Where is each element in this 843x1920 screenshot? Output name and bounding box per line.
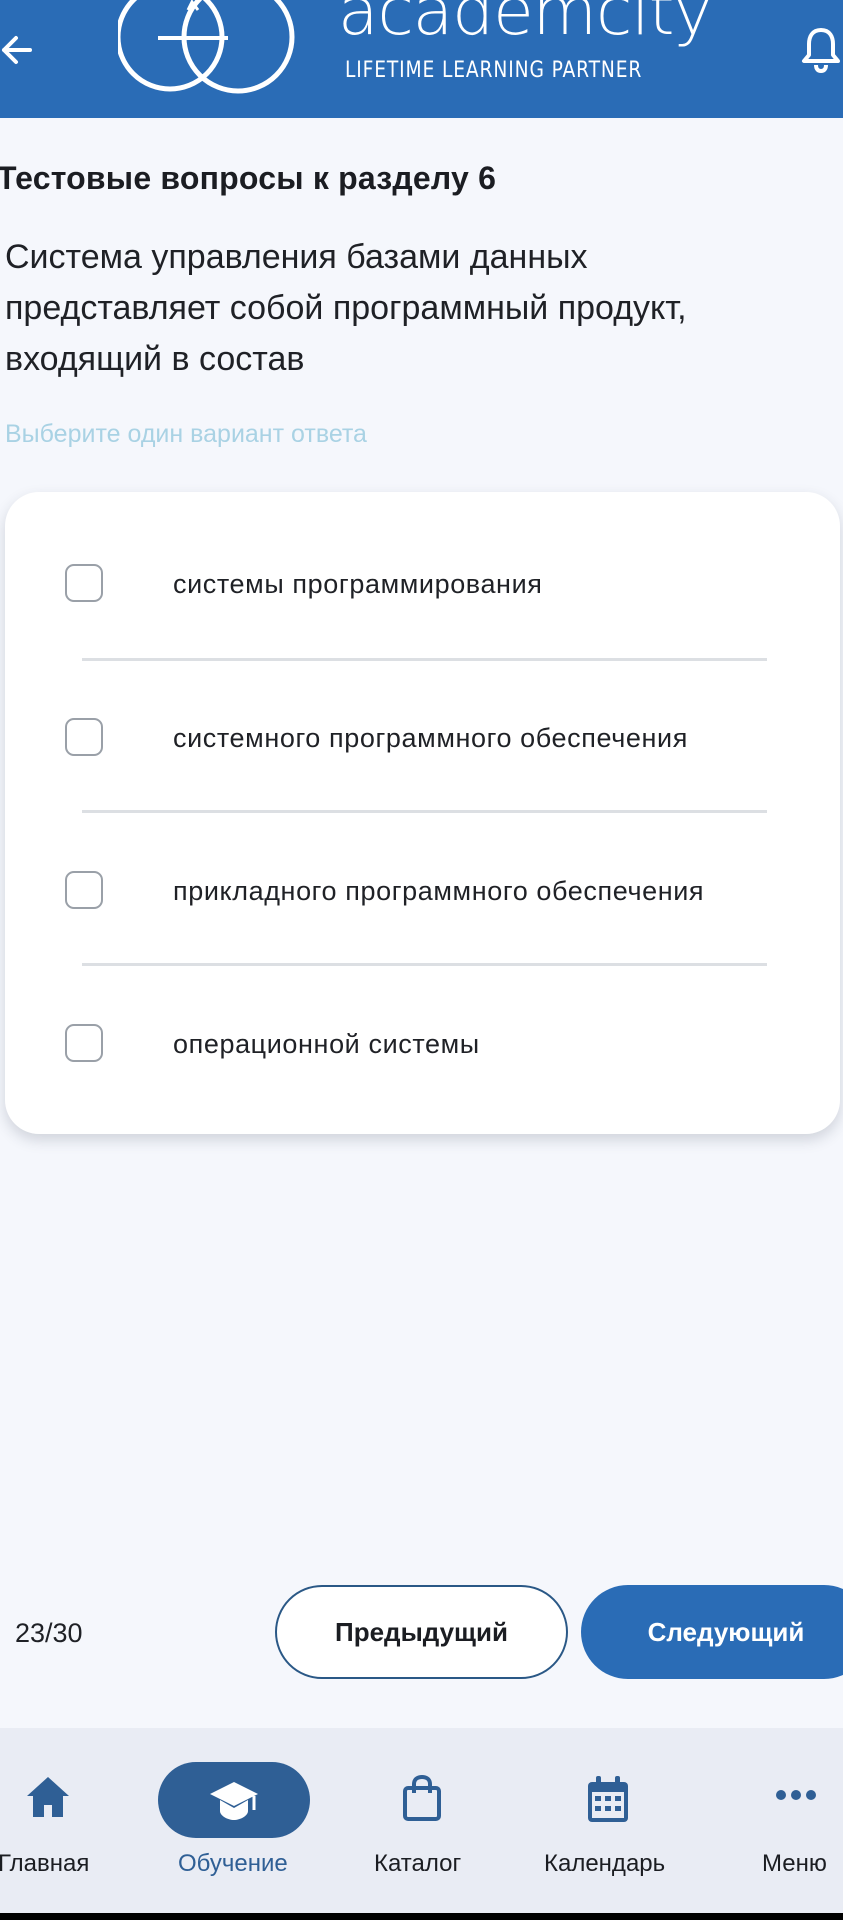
logo-icon — [115, 0, 304, 108]
checkbox[interactable] — [65, 1024, 103, 1062]
system-gesture-bar — [0, 1913, 843, 1920]
answer-option[interactable]: прикладного программного обеспечения — [5, 852, 840, 932]
previous-button[interactable]: Предыдущий — [275, 1585, 568, 1679]
option-label: операционной системы — [173, 1029, 480, 1059]
home-icon — [27, 1777, 69, 1817]
logo-tagline: LIFETIME LEARNING PARTNER — [345, 58, 643, 83]
nav-label: Обучение — [178, 1850, 288, 1877]
divider — [82, 963, 767, 966]
answer-option[interactable]: системного программного обеспечения — [5, 699, 840, 779]
checkbox[interactable] — [65, 871, 103, 909]
graduation-cap-icon — [210, 1782, 258, 1820]
checkbox[interactable] — [65, 564, 103, 602]
answer-option[interactable]: операционной системы — [5, 1005, 840, 1085]
option-label: прикладного программного обеспечения — [173, 876, 705, 906]
logo-text: academcity — [338, 0, 713, 50]
notifications-button[interactable] — [800, 24, 843, 78]
divider — [82, 810, 767, 813]
calendar-icon — [588, 1776, 628, 1822]
nav-item-calendar[interactable]: Календарь — [543, 1728, 675, 1913]
nav-label: Меню — [762, 1850, 827, 1877]
nav-item-home[interactable]: Главная — [0, 1728, 96, 1913]
nav-item-catalog[interactable]: Каталог — [372, 1728, 472, 1913]
section-title: Тестовые вопросы к разделу 6 — [0, 160, 497, 196]
nav-item-menu[interactable]: Меню — [760, 1728, 843, 1913]
more-dots-icon — [776, 1790, 816, 1800]
next-button[interactable]: Следующий — [581, 1585, 843, 1679]
back-button[interactable] — [0, 28, 40, 72]
shopping-bag-icon — [403, 1774, 441, 1821]
question-progress: 23/30 — [15, 1618, 83, 1648]
option-label: системного программного обеспечения — [173, 723, 688, 753]
answer-hint: Выберите один вариант ответа — [5, 420, 367, 448]
answer-option[interactable]: системы программирования — [5, 545, 840, 625]
answer-options-card: системы программирования системного прог… — [5, 492, 840, 1134]
option-label: системы программирования — [173, 569, 543, 599]
arrow-left-icon — [2, 36, 32, 64]
nav-label: Каталог — [374, 1850, 462, 1877]
nav-label: Главная — [0, 1850, 90, 1877]
checkbox[interactable] — [65, 718, 103, 756]
divider — [82, 658, 767, 661]
bottom-navigation: Главная Обучение Каталог Календарь Меню — [0, 1728, 843, 1913]
nav-label: Календарь — [544, 1850, 666, 1877]
bell-icon — [802, 28, 840, 74]
question-text: Система управления базами данных предста… — [5, 238, 687, 378]
app-header: academcity LIFETIME LEARNING PARTNER — [0, 0, 843, 118]
nav-item-learning[interactable]: Обучение — [158, 1728, 310, 1913]
